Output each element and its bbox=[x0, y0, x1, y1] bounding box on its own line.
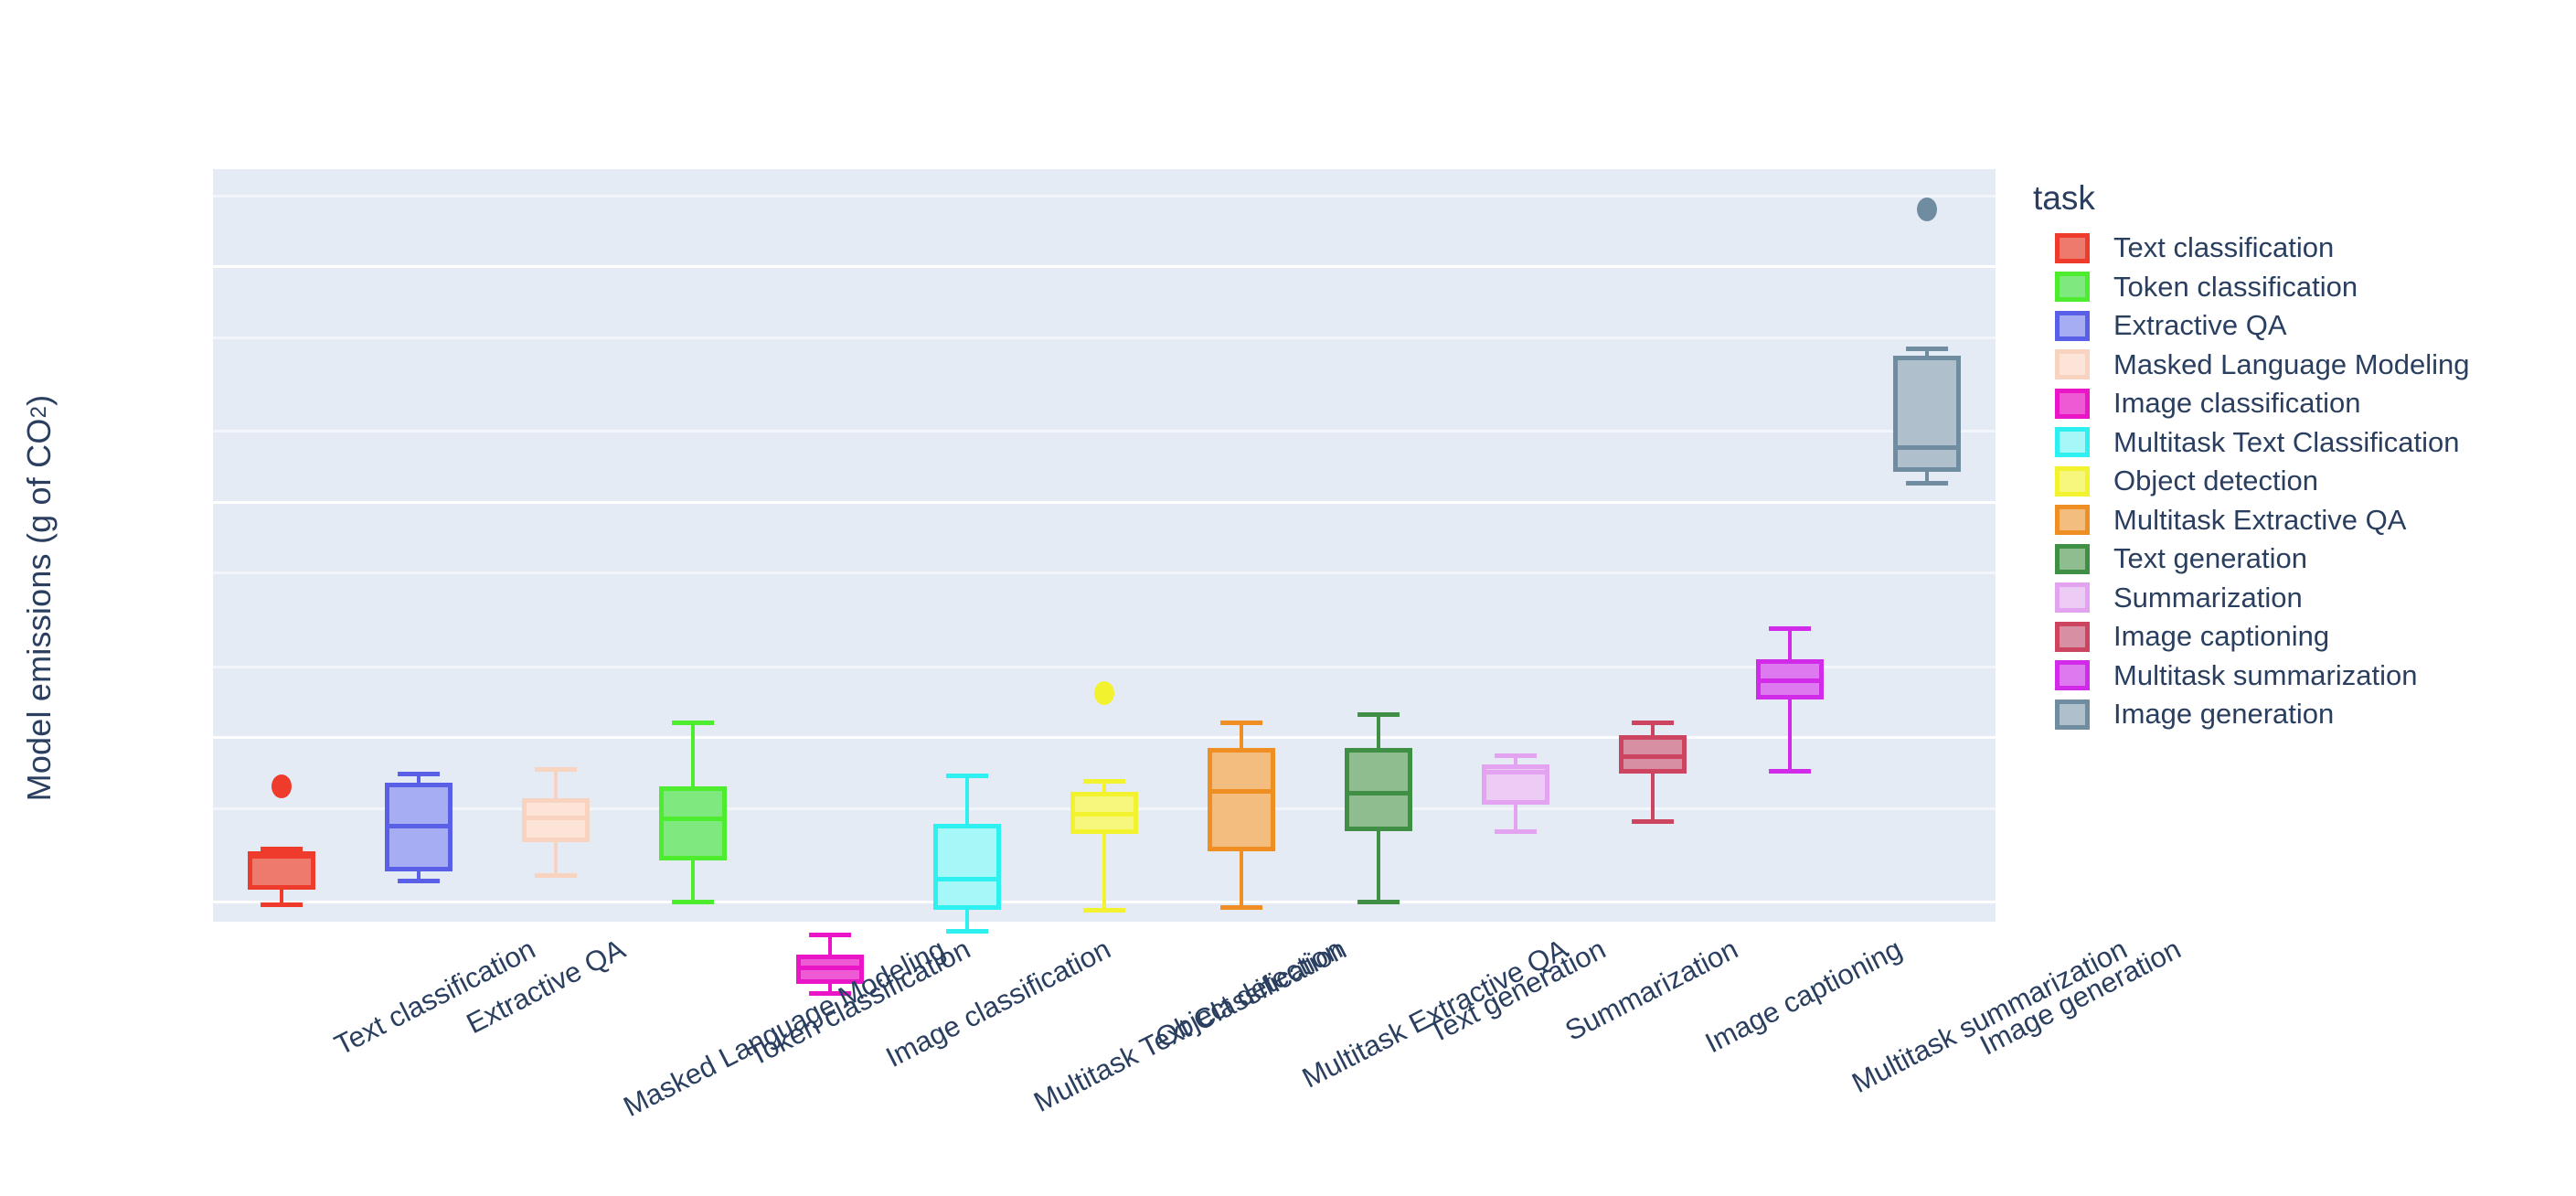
legend-item-label: Text classification bbox=[2113, 231, 2335, 263]
legend-title: task bbox=[2033, 179, 2095, 217]
legend-item-label: Image generation bbox=[2113, 698, 2335, 730]
legend-item[interactable]: Text generation bbox=[2031, 541, 2561, 576]
legend-item[interactable]: Summarization bbox=[2031, 581, 2561, 615]
legend-item[interactable]: Extractive QA bbox=[2031, 308, 2561, 343]
legend-item[interactable]: Object detection bbox=[2031, 464, 2561, 498]
legend-swatch bbox=[2055, 427, 2090, 457]
x-axis-tick-label: Object detection bbox=[1150, 933, 1347, 1054]
x-axis-tick-label: Token classification bbox=[743, 933, 975, 1073]
legend-item[interactable]: Image generation bbox=[2031, 697, 2561, 731]
legend-swatch bbox=[2055, 310, 2090, 341]
legend-swatch bbox=[2055, 232, 2090, 263]
legend-item[interactable]: Image captioning bbox=[2031, 619, 2561, 654]
legend-swatch bbox=[2055, 660, 2090, 690]
legend-item[interactable]: Multitask Text Classification bbox=[2031, 425, 2561, 460]
legend-items: Text classification Token classification E… bbox=[2031, 230, 2561, 731]
legend-item[interactable]: Text classification bbox=[2031, 230, 2561, 265]
legend-item[interactable]: Image classification bbox=[2031, 386, 2561, 421]
legend-item[interactable]: Masked Language Modeling bbox=[2031, 347, 2561, 382]
legend: task Text classification Token classifica… bbox=[2031, 179, 2561, 736]
legend-swatch bbox=[2055, 621, 2090, 652]
legend-item[interactable]: Multitask Extractive QA bbox=[2031, 503, 2561, 538]
legend-item-label: Multitask Extractive QA bbox=[2113, 503, 2407, 536]
legend-item-label: Multitask Text Classification bbox=[2113, 425, 2460, 458]
legend-item-label: Object detection bbox=[2113, 465, 2319, 497]
legend-swatch bbox=[2055, 465, 2090, 497]
legend-swatch bbox=[2055, 582, 2090, 613]
legend-swatch bbox=[2055, 272, 2090, 302]
legend-swatch bbox=[2055, 543, 2090, 574]
legend-item-label: Multitask summarization bbox=[2113, 658, 2418, 691]
legend-item-label: Token classification bbox=[2113, 270, 2358, 303]
legend-item-label: Masked Language Modeling bbox=[2113, 347, 2470, 380]
legend-item-label: Text generation bbox=[2113, 542, 2307, 574]
boxplot-figure: Model emissions (g of CO2) 2100052100521… bbox=[0, 0, 2576, 1196]
legend-item[interactable]: Token classification bbox=[2031, 270, 2561, 304]
legend-item-label: Image captioning bbox=[2113, 620, 2330, 652]
legend-item-label: Image classification bbox=[2113, 387, 2361, 419]
legend-swatch bbox=[2055, 349, 2090, 379]
legend-swatch bbox=[2055, 388, 2090, 419]
legend-item-label: Extractive QA bbox=[2113, 309, 2287, 341]
legend-swatch bbox=[2055, 699, 2090, 730]
legend-item[interactable]: Multitask summarization bbox=[2031, 658, 2561, 693]
legend-item-label: Summarization bbox=[2113, 581, 2303, 614]
legend-swatch bbox=[2055, 505, 2090, 535]
